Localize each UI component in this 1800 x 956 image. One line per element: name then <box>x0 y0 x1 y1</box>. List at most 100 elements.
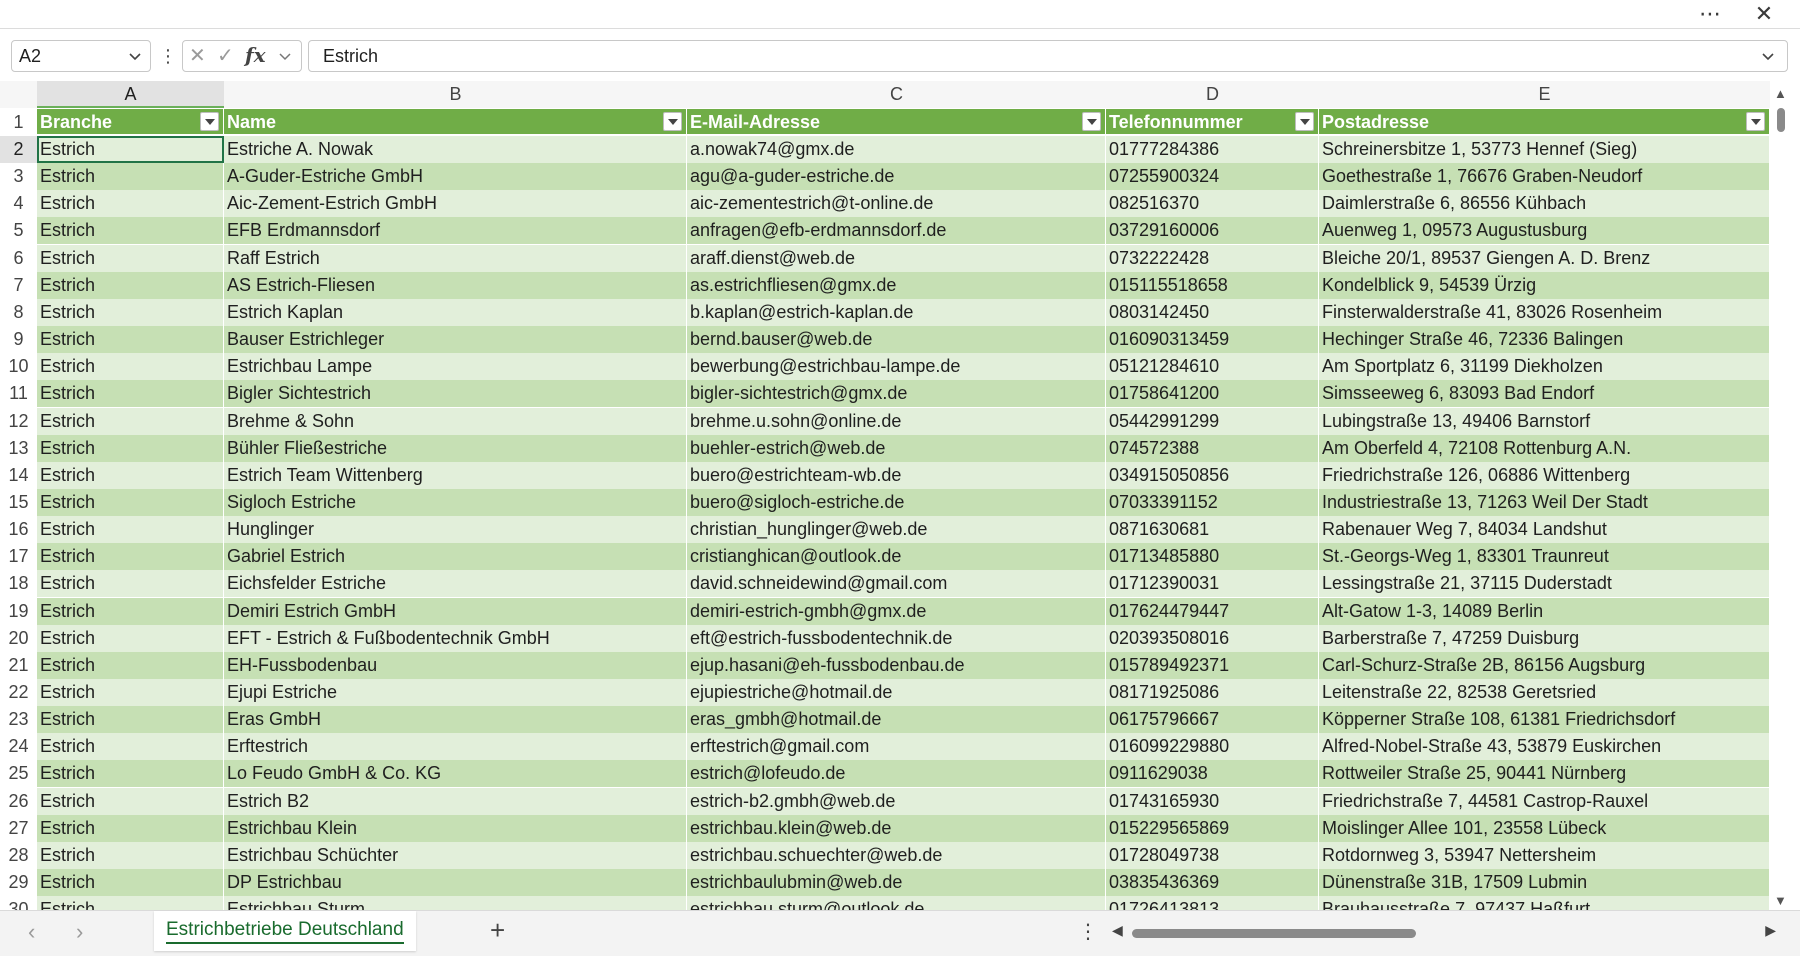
row-header[interactable]: 13 <box>0 435 37 462</box>
cell-telefon[interactable]: 05121284610 <box>1106 353 1319 380</box>
cell-name[interactable]: Lo Feudo GmbH & Co. KG <box>224 760 687 787</box>
cell-postadresse[interactable]: Alt-Gatow 1-3, 14089 Berlin <box>1319 598 1770 625</box>
cell-name[interactable]: AS Estrich-Fliesen <box>224 272 687 299</box>
cell-email[interactable]: bernd.bauser@web.de <box>687 326 1106 353</box>
cell-email[interactable]: bewerbung@estrichbau-lampe.de <box>687 353 1106 380</box>
cell-email[interactable]: ejup.hasani@eh-fussbodenbau.de <box>687 652 1106 679</box>
cell-telefon[interactable]: 034915050856 <box>1106 462 1319 489</box>
row-header-1[interactable]: 1 <box>0 109 37 136</box>
cell-postadresse[interactable]: Finsterwalderstraße 41, 83026 Rosenheim <box>1319 299 1770 326</box>
horizontal-scrollbar[interactable]: ◀ ▶ <box>1112 922 1776 941</box>
cell-email[interactable]: eft@estrich-fussbodentechnik.de <box>687 625 1106 652</box>
cell-name[interactable]: Bühler Fließestriche <box>224 435 687 462</box>
cell-email[interactable]: araff.dienst@web.de <box>687 245 1106 272</box>
filter-dropdown-icon[interactable] <box>663 112 682 131</box>
add-sheet-icon[interactable]: + <box>490 915 505 946</box>
cell-name[interactable]: Estrich Team Wittenberg <box>224 462 687 489</box>
header-cell-postadresse[interactable]: Postadresse <box>1319 109 1770 136</box>
cell-branche[interactable]: Estrich <box>37 217 224 244</box>
row-header[interactable]: 2 <box>0 136 37 163</box>
check-icon[interactable]: ✓ <box>217 43 234 68</box>
cell-name[interactable]: Aic-Zement-Estrich GmbH <box>224 190 687 217</box>
cell-telefon[interactable]: 08171925086 <box>1106 679 1319 706</box>
cell-branche[interactable]: Estrich <box>37 788 224 815</box>
cell-telefon[interactable]: 015229565869 <box>1106 815 1319 842</box>
cell-telefon[interactable]: 05442991299 <box>1106 408 1319 435</box>
cell-branche[interactable]: Estrich <box>37 598 224 625</box>
column-header-c[interactable]: C <box>687 81 1106 108</box>
cell-postadresse[interactable]: Rotdornweg 3, 53947 Nettersheim <box>1319 842 1770 869</box>
previous-sheet-icon[interactable]: ‹ <box>28 919 35 945</box>
cell-postadresse[interactable]: Moislinger Allee 101, 23558 Lübeck <box>1319 815 1770 842</box>
cell-branche[interactable]: Estrich <box>37 706 224 733</box>
cell-telefon[interactable]: 017624479447 <box>1106 598 1319 625</box>
cell-name[interactable]: Estriche A. Nowak <box>224 136 687 163</box>
cell-postadresse[interactable]: Friedrichstraße 7, 44581 Castrop-Rauxel <box>1319 788 1770 815</box>
cell-branche[interactable]: Estrich <box>37 815 224 842</box>
row-header[interactable]: 23 <box>0 706 37 733</box>
row-header[interactable]: 10 <box>0 353 37 380</box>
cell-telefon[interactable]: 01713485880 <box>1106 543 1319 570</box>
cell-telefon[interactable]: 020393508016 <box>1106 625 1319 652</box>
cell-postadresse[interactable]: Am Sportplatz 6, 31199 Diekholzen <box>1319 353 1770 380</box>
filter-dropdown-icon[interactable] <box>1082 112 1101 131</box>
column-header-d[interactable]: D <box>1106 81 1319 108</box>
cell-branche[interactable]: Estrich <box>37 679 224 706</box>
cell-branche[interactable]: Estrich <box>37 353 224 380</box>
cell-telefon[interactable]: 01758641200 <box>1106 380 1319 407</box>
cell-branche[interactable]: Estrich <box>37 842 224 869</box>
row-header[interactable]: 24 <box>0 733 37 760</box>
filter-dropdown-icon[interactable] <box>1746 112 1765 131</box>
column-header-a[interactable]: A <box>37 81 224 108</box>
cell-telefon[interactable]: 0803142450 <box>1106 299 1319 326</box>
cell-name[interactable]: Estrichbau Schüchter <box>224 842 687 869</box>
cell-email[interactable]: david.schneidewind@gmail.com <box>687 570 1106 597</box>
cell-name[interactable]: EFB Erdmannsdorf <box>224 217 687 244</box>
cell-postadresse[interactable]: Daimlerstraße 6, 86556 Kühbach <box>1319 190 1770 217</box>
chevron-down-icon[interactable] <box>277 48 293 64</box>
cell-postadresse[interactable]: Friedrichstraße 126, 06886 Wittenberg <box>1319 462 1770 489</box>
cell-telefon[interactable]: 07033391152 <box>1106 489 1319 516</box>
row-header[interactable]: 17 <box>0 543 37 570</box>
cell-postadresse[interactable]: Goethestraße 1, 76676 Graben-Neudorf <box>1319 163 1770 190</box>
cell-postadresse[interactable]: Rabenauer Weg 7, 84034 Landshut <box>1319 516 1770 543</box>
row-header[interactable]: 6 <box>0 245 37 272</box>
row-header[interactable]: 8 <box>0 299 37 326</box>
next-sheet-icon[interactable]: › <box>76 919 83 945</box>
cell-email[interactable]: buehler-estrich@web.de <box>687 435 1106 462</box>
insert-function-icon[interactable]: fx <box>245 43 266 67</box>
cell-email[interactable]: eras_gmbh@hotmail.de <box>687 706 1106 733</box>
cell-telefon[interactable]: 015789492371 <box>1106 652 1319 679</box>
cell-name[interactable]: Estrichbau Lampe <box>224 353 687 380</box>
cell-name[interactable]: Raff Estrich <box>224 245 687 272</box>
cell-branche[interactable]: Estrich <box>37 733 224 760</box>
cell-postadresse[interactable]: Lessingstraße 21, 37115 Duderstadt <box>1319 570 1770 597</box>
cell-postadresse[interactable]: Hechinger Straße 46, 72336 Balingen <box>1319 326 1770 353</box>
cell-telefon[interactable]: 074572388 <box>1106 435 1319 462</box>
cell-name[interactable]: Eras GmbH <box>224 706 687 733</box>
cell-name[interactable]: Brehme & Sohn <box>224 408 687 435</box>
cell-email[interactable]: b.kaplan@estrich-kaplan.de <box>687 299 1106 326</box>
cell-branche[interactable]: Estrich <box>37 380 224 407</box>
cell-telefon[interactable]: 016099229880 <box>1106 733 1319 760</box>
cell-branche[interactable]: Estrich <box>37 489 224 516</box>
name-box[interactable]: A2 <box>11 40 151 72</box>
filter-dropdown-icon[interactable] <box>1295 112 1314 131</box>
cell-telefon[interactable]: 01712390031 <box>1106 570 1319 597</box>
cell-branche[interactable]: Estrich <box>37 272 224 299</box>
cell-email[interactable]: bigler-sichtestrich@gmx.de <box>687 380 1106 407</box>
vertical-scrollbar[interactable]: ▲ ▼ <box>1770 86 1792 908</box>
cell-email[interactable]: agu@a-guder-estriche.de <box>687 163 1106 190</box>
cell-postadresse[interactable]: Carl-Schurz-Straße 2B, 86156 Augsburg <box>1319 652 1770 679</box>
cell-branche[interactable]: Estrich <box>37 760 224 787</box>
row-header[interactable]: 25 <box>0 760 37 787</box>
vertical-scroll-thumb[interactable] <box>1777 108 1785 132</box>
sheet-options-icon[interactable]: ⋮ <box>1078 919 1098 944</box>
row-header[interactable]: 19 <box>0 598 37 625</box>
cell-email[interactable]: a.nowak74@gmx.de <box>687 136 1106 163</box>
cell-telefon[interactable]: 015115518658 <box>1106 272 1319 299</box>
horizontal-scroll-thumb[interactable] <box>1132 929 1416 938</box>
cell-telefon[interactable]: 0911629038 <box>1106 760 1319 787</box>
cell-email[interactable]: ejupiestriche@hotmail.de <box>687 679 1106 706</box>
cell-email[interactable]: buero@estrichteam-wb.de <box>687 462 1106 489</box>
